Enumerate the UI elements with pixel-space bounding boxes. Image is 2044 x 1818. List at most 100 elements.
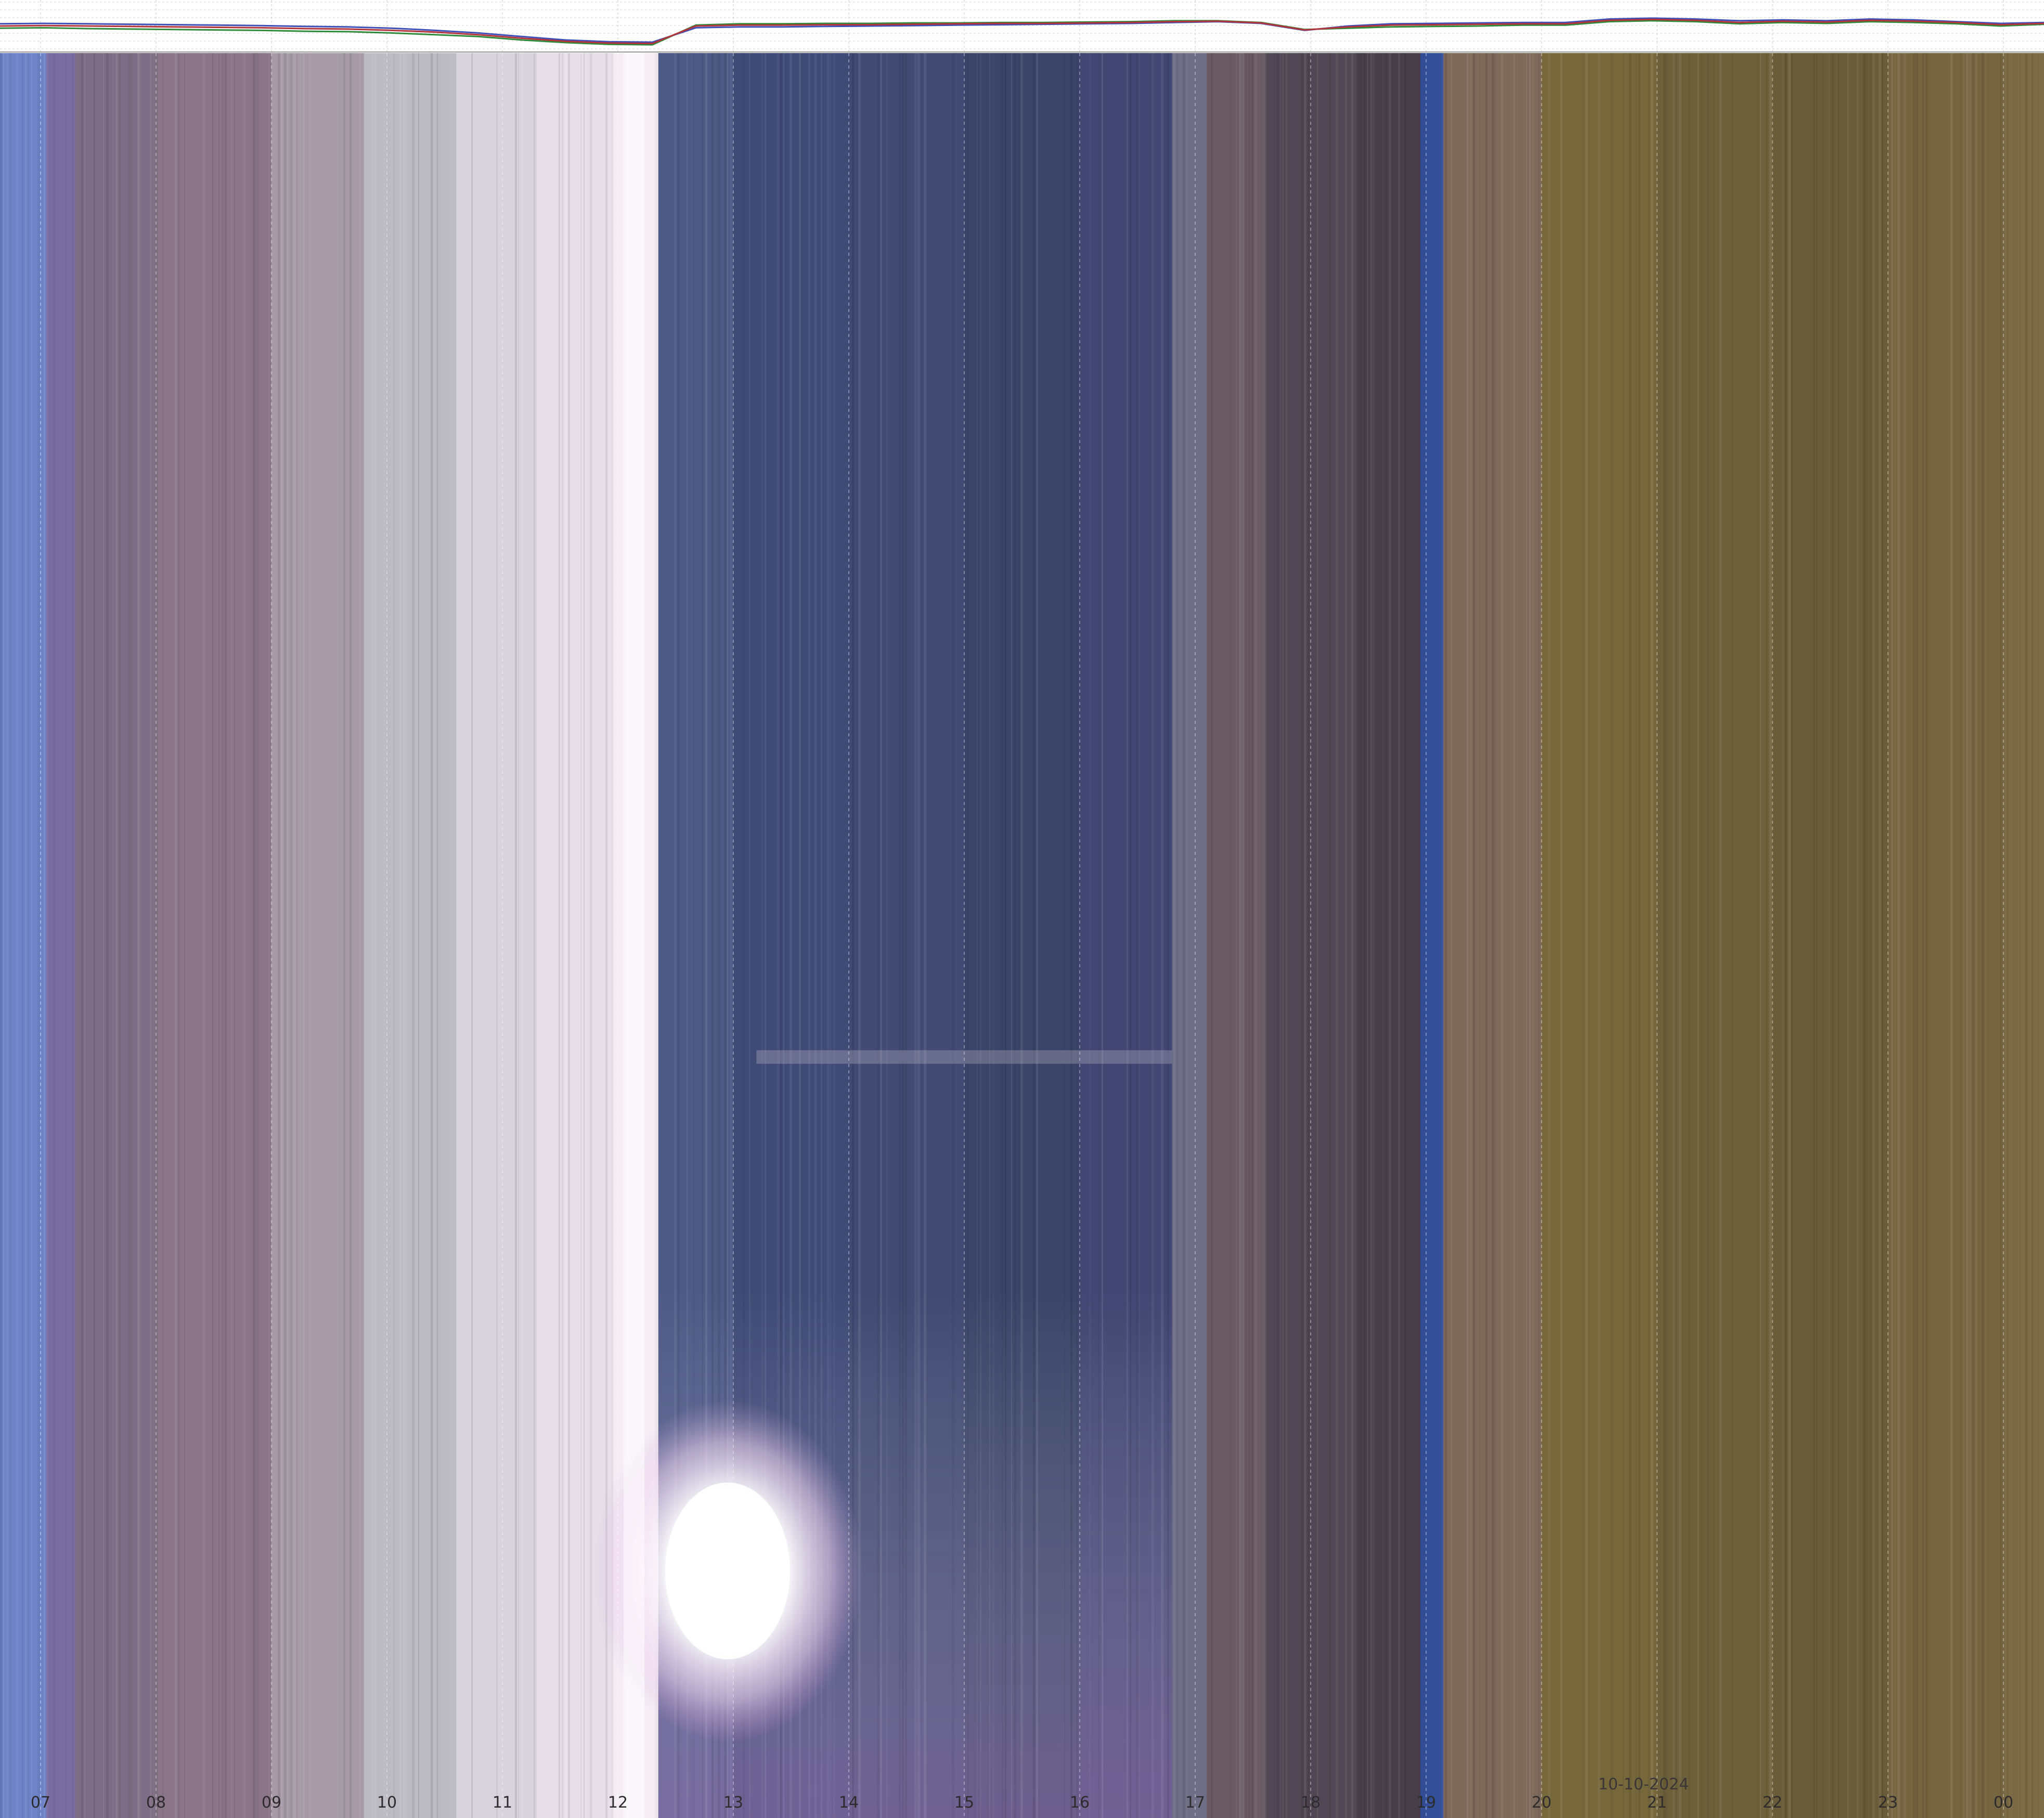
streak — [1882, 53, 1883, 1818]
streak — [72, 53, 73, 1818]
streak — [443, 53, 445, 1818]
streak — [496, 53, 498, 1818]
hour-tick-label: 23 — [1878, 1794, 1898, 1812]
streak — [1679, 53, 1681, 1818]
streak — [1894, 53, 1896, 1818]
streak — [1102, 53, 1103, 1818]
streak — [1972, 53, 1974, 1818]
streak — [1186, 53, 1187, 1818]
streak — [1866, 53, 1868, 1818]
streak — [1033, 53, 1035, 1818]
streak — [1925, 53, 1928, 1818]
streak — [337, 53, 338, 1818]
streak — [1336, 53, 1338, 1818]
streak — [9, 53, 11, 1818]
streak — [1329, 53, 1330, 1818]
streak — [1242, 53, 1244, 1818]
streak — [1361, 53, 1362, 1818]
streak — [1638, 53, 1640, 1818]
streak — [1676, 53, 1677, 1818]
streak — [256, 53, 258, 1818]
streak — [1757, 53, 1760, 1818]
streak — [1070, 53, 1072, 1818]
streak — [1538, 53, 1540, 1818]
streak — [1950, 53, 1953, 1818]
streak — [6, 53, 8, 1818]
streak — [1211, 53, 1213, 1818]
streak — [66, 53, 67, 1818]
streak — [1230, 53, 1232, 1818]
streak — [371, 53, 373, 1818]
streak — [137, 53, 140, 1818]
streak — [0, 53, 2, 1818]
streak — [2038, 53, 2039, 1818]
streak — [1879, 53, 1881, 1818]
streak — [268, 53, 269, 1818]
bright-column — [624, 53, 645, 1818]
streak — [1005, 53, 1006, 1818]
streak — [886, 53, 888, 1818]
streak — [47, 53, 48, 1818]
streak — [521, 53, 523, 1818]
hour-tick-label: 10 — [377, 1794, 397, 1812]
streak — [1663, 53, 1666, 1818]
streak — [2013, 53, 2015, 1818]
streak — [1161, 53, 1163, 1818]
streak — [1398, 53, 1400, 1818]
streak — [3, 53, 4, 1818]
streak — [914, 53, 917, 1818]
streak — [1960, 53, 1961, 1818]
streak — [899, 53, 901, 1818]
streak — [1245, 53, 1247, 1818]
streak — [284, 53, 287, 1818]
streak — [580, 53, 581, 1818]
streak — [53, 53, 55, 1818]
streak — [1969, 53, 1971, 1818]
hour-tick-label: 17 — [1185, 1794, 1205, 1812]
sun-core — [665, 1482, 790, 1659]
streak — [437, 53, 438, 1818]
streak — [1286, 53, 1287, 1818]
streak — [1386, 53, 1387, 1818]
streak — [16, 53, 18, 1818]
streak — [28, 53, 29, 1818]
streak — [1766, 53, 1767, 1818]
streak — [140, 53, 142, 1818]
streak — [1470, 53, 1471, 1818]
streak — [25, 53, 27, 1818]
streak — [434, 53, 435, 1818]
streak — [300, 53, 301, 1818]
streak — [293, 53, 296, 1818]
streak — [131, 53, 133, 1818]
streak — [1152, 53, 1154, 1818]
streak — [1485, 53, 1487, 1818]
streak — [1370, 53, 1373, 1818]
streak — [1872, 53, 1875, 1818]
streak — [1264, 53, 1266, 1818]
streak — [1719, 53, 1722, 1818]
streak — [1002, 53, 1003, 1818]
hour-tick-label: 11 — [493, 1794, 512, 1812]
streak — [1966, 53, 1969, 1818]
streak — [1130, 53, 1131, 1818]
streak — [2025, 53, 2027, 1818]
streak — [103, 53, 104, 1818]
streak — [1629, 53, 1632, 1818]
streak — [112, 53, 114, 1818]
hour-tick-label: 08 — [146, 1794, 166, 1812]
streak — [590, 53, 592, 1818]
streak — [1064, 53, 1065, 1818]
streak — [1648, 53, 1650, 1818]
streak — [565, 53, 567, 1818]
streak — [278, 53, 280, 1818]
streak — [403, 53, 405, 1818]
streak — [94, 53, 95, 1818]
streak — [1701, 53, 1703, 1818]
streak — [1248, 53, 1250, 1818]
streak — [84, 53, 85, 1818]
streak — [150, 53, 152, 1818]
streak — [1526, 53, 1527, 1818]
streak — [231, 53, 232, 1818]
streak — [253, 53, 255, 1818]
streak — [980, 53, 981, 1818]
